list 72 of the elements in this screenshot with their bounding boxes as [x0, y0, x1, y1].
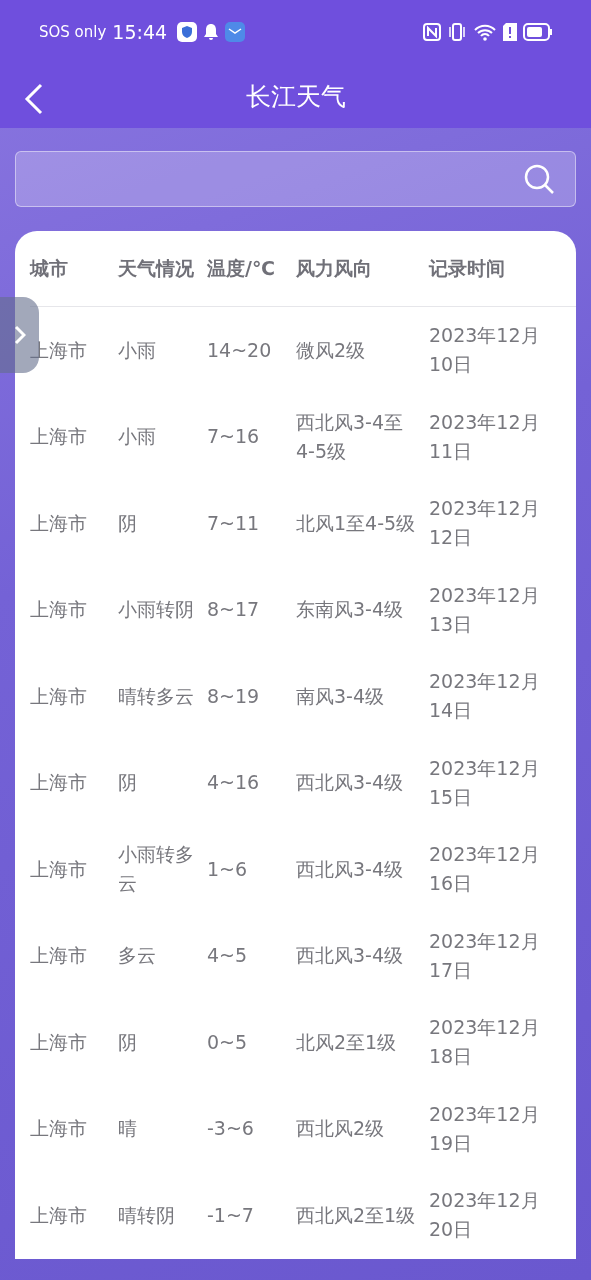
table-cell-text: 多云 — [118, 943, 157, 969]
table-cell-text: 7~16 — [207, 424, 261, 450]
table-cell-text: 阴 — [118, 1029, 138, 1055]
table-cell-text: 2023年12月20日 — [429, 1188, 541, 1243]
table-cell-text: 西北风3-4级 — [296, 856, 405, 882]
table-cell-text: 上海市 — [30, 856, 88, 882]
table-cell-text: 晴转多云 — [118, 683, 195, 709]
nfc-icon — [423, 23, 441, 41]
table-cell-text: 2023年12月11日 — [429, 409, 541, 464]
column-header: 天气情况 — [118, 255, 195, 281]
table-cell-text: 2023年12月13日 — [429, 582, 541, 637]
vibrate-icon — [447, 22, 467, 42]
table-cell-text: 北风2至1级 — [296, 1029, 398, 1055]
table-cell-text: 2023年12月19日 — [429, 1101, 541, 1156]
column-header: 记录时间 — [429, 255, 506, 281]
mail-app-icon — [225, 22, 246, 42]
shield-icon — [177, 22, 198, 42]
wifi-icon — [473, 22, 497, 42]
table-cell-text: 小雨 — [118, 337, 157, 363]
table-cell-text: 西北风3-4至4-5级 — [296, 409, 405, 464]
table-cell-text: 7~11 — [207, 510, 261, 536]
table-cell-text: 小雨转阴 — [118, 597, 195, 623]
table-cell-text: 0~5 — [207, 1029, 249, 1055]
table-cell-text: 上海市 — [30, 1202, 88, 1228]
table-cell-text: 东南风3-4级 — [296, 597, 405, 623]
table-cell-text: 2023年12月15日 — [429, 755, 541, 810]
table-cell-text: 上海市 — [30, 683, 88, 709]
table-cell-text: 北风1至4-5级 — [296, 510, 417, 536]
table-cell-text: 4~16 — [207, 770, 261, 796]
table-cell-text: 8~17 — [207, 597, 261, 623]
table-cell-text: 2023年12月17日 — [429, 928, 541, 983]
bell-icon — [203, 23, 220, 41]
page-title: 长江天气 — [245, 80, 346, 113]
column-header: 风力风向 — [296, 255, 373, 281]
table-cell-text: 2023年12月10日 — [429, 323, 541, 378]
table-cell-text: 上海市 — [30, 597, 88, 623]
sim-alert-icon — [503, 23, 517, 41]
table-cell-text: -1~7 — [207, 1202, 255, 1228]
table-cell-text: 微风2级 — [296, 337, 367, 363]
table-cell-text: 2023年12月12日 — [429, 496, 541, 551]
table-cell-text: 上海市 — [30, 1029, 88, 1055]
table-cell-text: 上海市 — [30, 1116, 88, 1142]
column-header: 温度/℃ — [207, 255, 276, 281]
table-cell-text: 上海市 — [30, 424, 88, 450]
search-icon — [523, 163, 555, 195]
table-cell-text: 晴转阴 — [118, 1202, 176, 1228]
table-cell-text: 2023年12月14日 — [429, 669, 541, 724]
table-cell-text: 小雨转多云 — [118, 842, 195, 897]
table-cell-text: 4~5 — [207, 943, 249, 969]
table-cell-text: 西北风2至1级 — [296, 1202, 417, 1228]
table-cell-text: 西北风3-4级 — [296, 770, 405, 796]
table-cell-text: 上海市 — [30, 770, 88, 796]
table-cell-text: 2023年12月18日 — [429, 1015, 541, 1070]
table-cell-text: 西北风2级 — [296, 1116, 386, 1142]
column-header: 城市 — [30, 255, 69, 281]
table-cell-text: 上海市 — [30, 510, 88, 536]
table-cell-text: 西北风3-4级 — [296, 943, 405, 969]
table-cell-text: 1~6 — [207, 856, 249, 882]
table-cell-text: 上海市 — [30, 943, 88, 969]
table-cell-text: 2023年12月16日 — [429, 842, 541, 897]
table-cell-text: 阴 — [118, 510, 138, 536]
table-cell-text: 晴 — [118, 1116, 138, 1142]
battery-icon — [523, 23, 553, 41]
table-cell-text: 阴 — [118, 770, 138, 796]
table-cell-text: -3~6 — [207, 1116, 255, 1142]
table-cell-text: 小雨 — [118, 424, 157, 450]
table-cell-text: 南风3-4级 — [296, 683, 386, 709]
search-field[interactable] — [15, 151, 576, 207]
table-cell-text: 14~20 — [207, 337, 273, 363]
clock-text: 15:44 — [112, 21, 168, 43]
carrier-text: SOS only — [39, 23, 107, 41]
table-cell-text: 8~19 — [207, 683, 261, 709]
